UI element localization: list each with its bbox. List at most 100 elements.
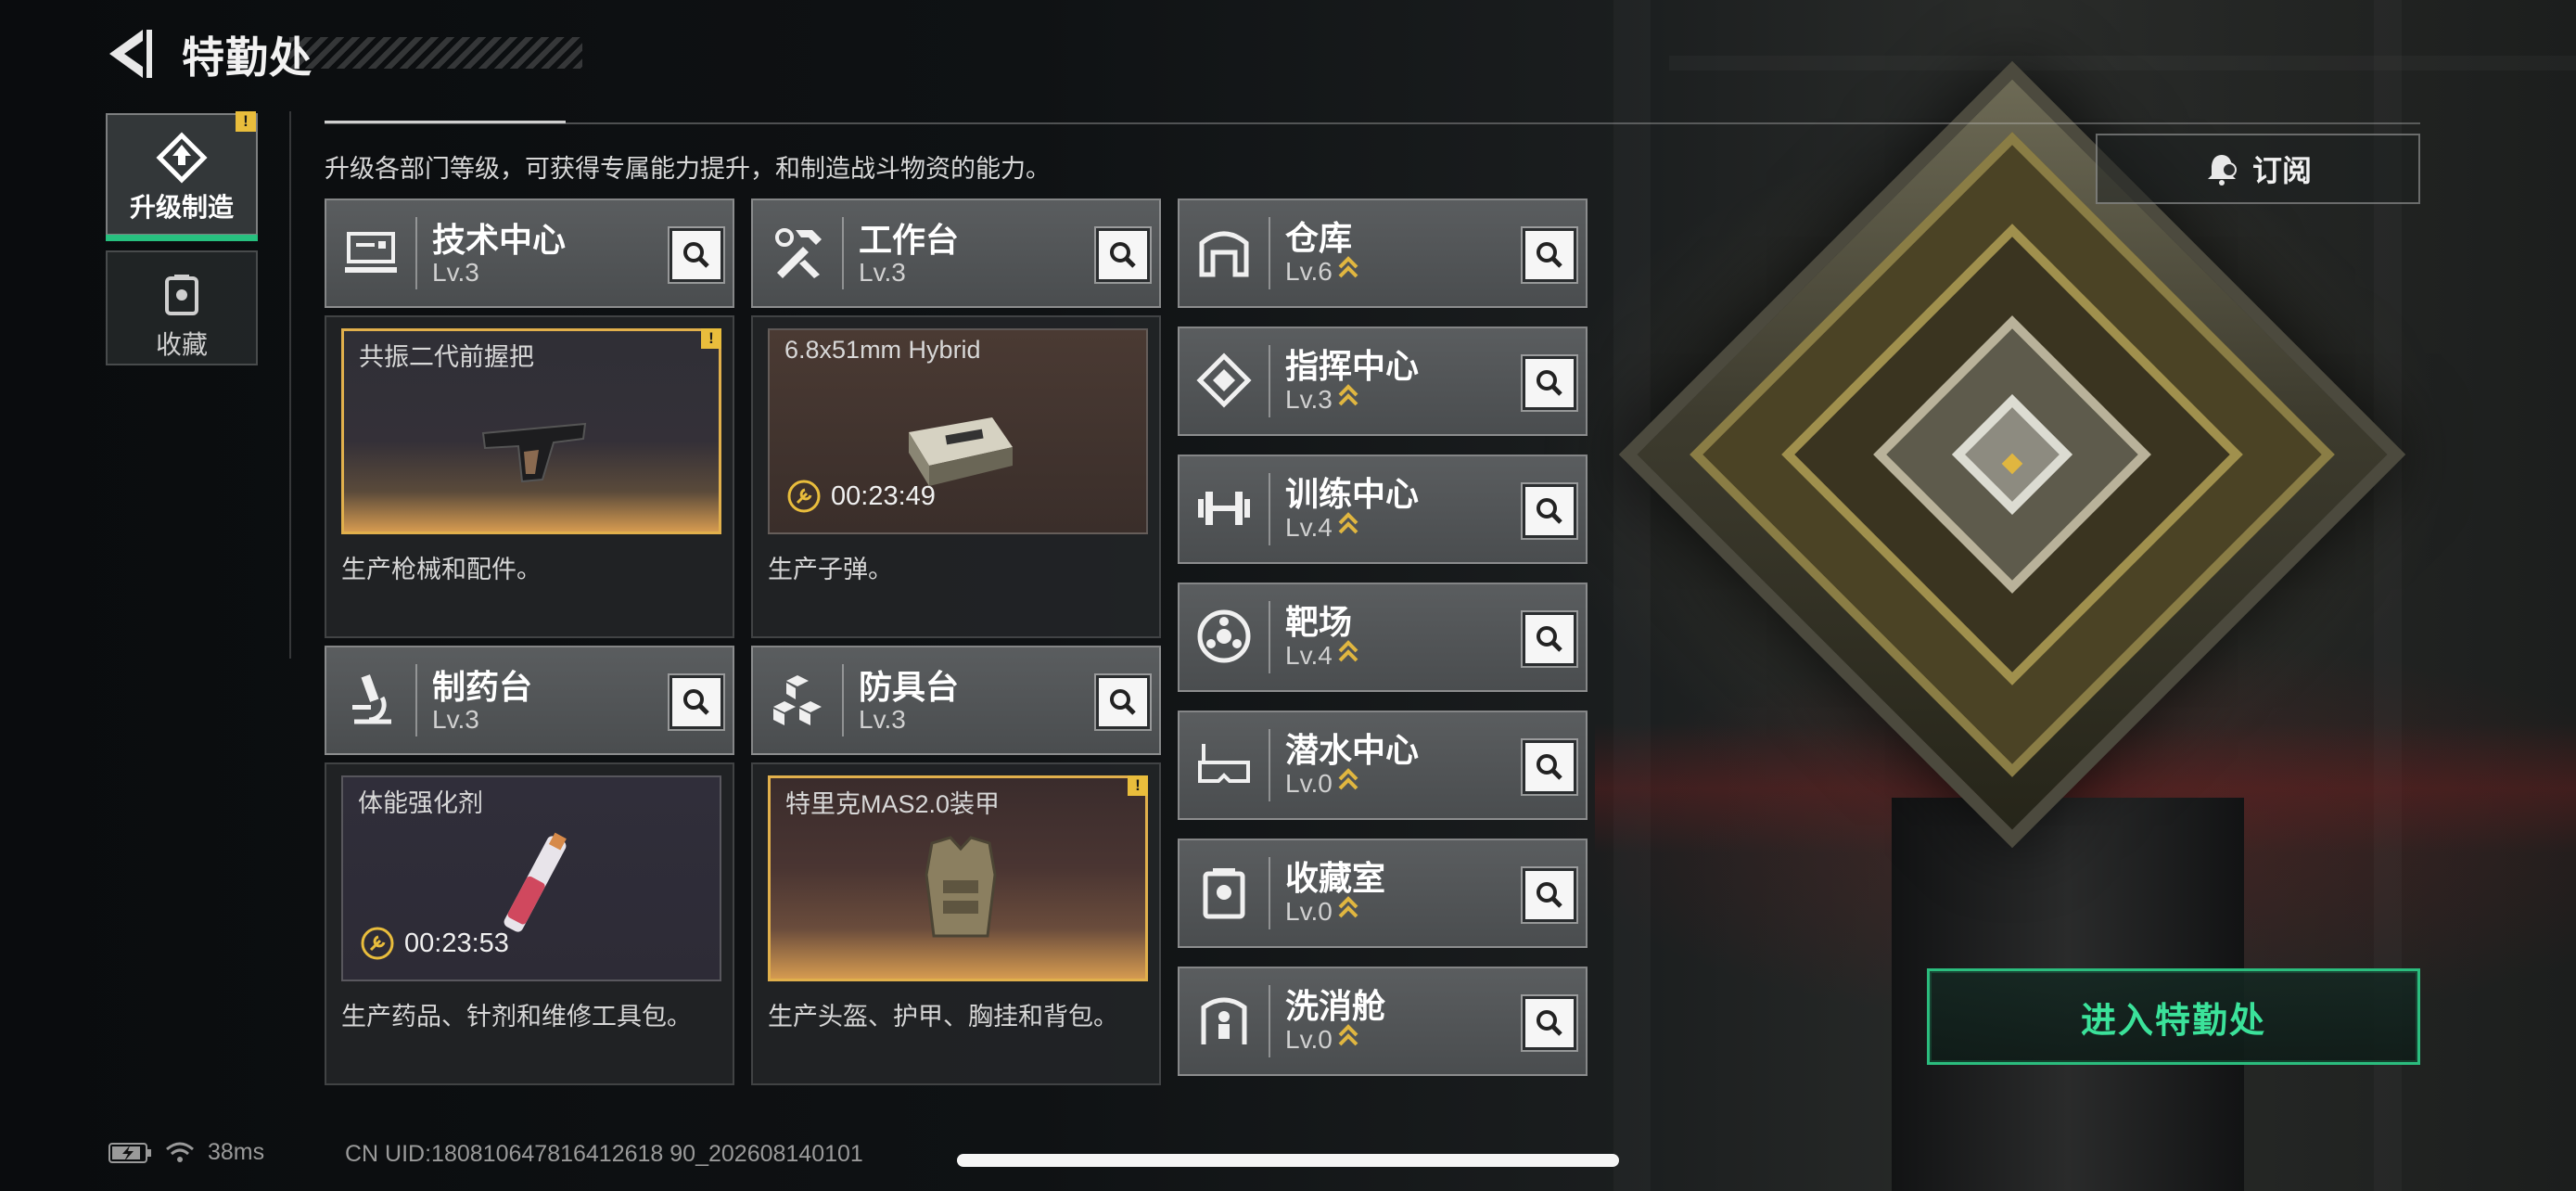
armor-blocks-icon bbox=[773, 675, 822, 725]
status-bar: 38ms bbox=[108, 1139, 264, 1166]
facility-level: Lv.6 bbox=[1285, 254, 1358, 287]
foregrip-item-icon bbox=[481, 422, 587, 483]
product-name: 体能强化剂 bbox=[358, 789, 483, 817]
home-indicator[interactable] bbox=[957, 1154, 1619, 1167]
dumbbell-icon bbox=[1198, 492, 1250, 525]
nav-label: 收藏 bbox=[155, 330, 208, 359]
production-slot[interactable]: 6.8x51mm Hybrid 00:23:49 bbox=[768, 328, 1148, 534]
timer-value: 00:23:49 bbox=[831, 480, 936, 511]
facility-header[interactable]: 制药台 Lv.3 bbox=[325, 646, 734, 755]
facility-name: 制药台 bbox=[432, 668, 533, 706]
ping-value: 38ms bbox=[208, 1139, 265, 1165]
page-title: 特勤处 bbox=[182, 33, 312, 82]
production-slot[interactable]: 体能强化剂 00:23:53 bbox=[341, 775, 721, 981]
facility-pharmacy: 制药台 Lv.3 体能强化剂 00:23:53 生产药品、针剂和维修工具包。 bbox=[325, 646, 734, 1085]
facility-body: ! 共振二代前握把 生产枪械和配件。 bbox=[325, 315, 734, 638]
warehouse-icon bbox=[1199, 231, 1249, 277]
search-icon bbox=[1537, 498, 1562, 524]
level-up-icon bbox=[1338, 896, 1358, 918]
search-icon bbox=[1110, 242, 1136, 268]
facility-header[interactable]: 工作台 Lv.3 bbox=[751, 198, 1161, 308]
product-name: 6.8x51mm Hybrid bbox=[784, 336, 981, 364]
nav-upgrade-craft[interactable]: ! 升级制造 bbox=[106, 111, 258, 241]
inspect-button[interactable] bbox=[668, 226, 725, 284]
facility-name: 收藏室 bbox=[1285, 859, 1386, 897]
body-armor-item-icon bbox=[925, 836, 997, 938]
wifi-icon bbox=[166, 1142, 194, 1162]
inspect-button[interactable] bbox=[1521, 610, 1578, 668]
facility-name: 洗消舱 bbox=[1285, 987, 1386, 1025]
facility-level: Lv.4 bbox=[1285, 510, 1358, 543]
facility-header[interactable]: 技术中心 Lv.3 bbox=[325, 198, 734, 308]
facility-collection-room[interactable]: 收藏室 Lv.0 bbox=[1178, 839, 1588, 948]
diving-mask-icon bbox=[1198, 744, 1250, 783]
facility-level: Lv.4 bbox=[1285, 638, 1358, 671]
enter-facility-label: 进入特勤处 bbox=[2080, 1001, 2266, 1041]
facility-tech-center: 技术中心 Lv.3 ! 共振二代前握把 生产枪械和配件。 bbox=[325, 198, 734, 638]
subscribe-button[interactable]: 订阅 bbox=[2096, 134, 2420, 204]
inspect-button[interactable] bbox=[1521, 866, 1578, 924]
bell-icon bbox=[2207, 155, 2237, 186]
facility-level: Lv.3 bbox=[432, 258, 479, 287]
facility-level: Lv.3 bbox=[1285, 382, 1358, 415]
back-button[interactable] bbox=[100, 24, 156, 83]
wrench-timer-icon bbox=[361, 927, 394, 960]
inspect-button[interactable] bbox=[1521, 738, 1578, 796]
facility-workbench: 工作台 Lv.3 6.8x51mm Hybrid 00:23:49 生产子弹。 bbox=[751, 198, 1161, 638]
facility-armor-bench: 防具台 Lv.3 ! 特里克MAS2.0装甲 生产头盔、护甲、胸挂和背包。 bbox=[751, 646, 1161, 1085]
facility-level: Lv.0 bbox=[1285, 1022, 1358, 1055]
enter-facility-button[interactable]: 进入特勤处 bbox=[1927, 968, 2420, 1065]
facility-name: 工作台 bbox=[859, 221, 960, 259]
nav-divider bbox=[289, 111, 291, 659]
wrench-timer-icon bbox=[787, 480, 821, 513]
facility-level: Lv.0 bbox=[1285, 766, 1358, 799]
facility-name: 潜水中心 bbox=[1285, 731, 1420, 769]
facility-body: 体能强化剂 00:23:53 生产药品、针剂和维修工具包。 bbox=[325, 762, 734, 1085]
inspect-button[interactable] bbox=[1521, 994, 1578, 1052]
level-up-icon bbox=[1338, 1024, 1358, 1046]
display-case-icon bbox=[1203, 868, 1245, 919]
header-divider-highlight bbox=[325, 121, 566, 123]
title-decoration bbox=[289, 37, 582, 69]
facility-level: Lv.3 bbox=[432, 705, 479, 734]
subscribe-label: 订阅 bbox=[2251, 154, 2312, 187]
user-uid: CN UID:180810647816412618 90_20260814010… bbox=[345, 1141, 863, 1167]
inspect-button[interactable] bbox=[1521, 226, 1578, 284]
facility-level: Lv.3 bbox=[859, 258, 906, 287]
search-icon bbox=[683, 689, 709, 715]
production-slot[interactable]: ! 共振二代前握把 bbox=[341, 328, 721, 534]
inspect-button[interactable] bbox=[1521, 482, 1578, 540]
inspect-button[interactable] bbox=[1094, 673, 1152, 731]
tools-icon bbox=[775, 228, 822, 278]
computer-icon bbox=[345, 232, 397, 273]
intro-text: 升级各部门等级，可获得专属能力提升，和制造战斗物资的能力。 bbox=[325, 155, 1051, 183]
inspect-button[interactable] bbox=[1094, 226, 1152, 284]
nav-label: 升级制造 bbox=[129, 193, 234, 222]
nav-collection[interactable]: 收藏 bbox=[106, 250, 258, 365]
target-icon bbox=[1197, 609, 1251, 663]
level-up-icon bbox=[1338, 384, 1358, 406]
upgrade-craft-icon bbox=[156, 132, 208, 184]
facility-description: 生产枪械和配件。 bbox=[341, 556, 542, 583]
facility-header[interactable]: 防具台 Lv.3 bbox=[751, 646, 1161, 755]
facility-training-center[interactable]: 训练中心 Lv.4 bbox=[1178, 455, 1588, 564]
search-icon bbox=[1537, 242, 1562, 268]
level-up-icon bbox=[1338, 256, 1358, 278]
facility-description: 生产子弹。 bbox=[768, 556, 893, 583]
timer-value: 00:23:53 bbox=[404, 928, 509, 958]
facility-name: 技术中心 bbox=[432, 221, 567, 259]
inspect-button[interactable] bbox=[668, 673, 725, 731]
facility-warehouse[interactable]: 仓库 Lv.6 bbox=[1178, 198, 1588, 308]
search-icon bbox=[1110, 689, 1136, 715]
facility-decon-chamber[interactable]: 洗消舱 Lv.0 bbox=[1178, 967, 1588, 1076]
production-timer: 00:23:53 bbox=[360, 926, 509, 961]
facility-diving-center[interactable]: 潜水中心 Lv.0 bbox=[1178, 711, 1588, 820]
battery-charging-icon bbox=[108, 1142, 151, 1163]
header-divider bbox=[325, 122, 2420, 124]
facility-name: 指挥中心 bbox=[1285, 347, 1420, 385]
production-slot[interactable]: ! 特里克MAS2.0装甲 bbox=[768, 775, 1148, 981]
product-name: 特里克MAS2.0装甲 bbox=[785, 790, 1001, 818]
inspect-button[interactable] bbox=[1521, 354, 1578, 412]
facility-shooting-range[interactable]: 靶场 Lv.4 bbox=[1178, 583, 1588, 692]
facility-command-center[interactable]: 指挥中心 Lv.3 bbox=[1178, 327, 1588, 436]
